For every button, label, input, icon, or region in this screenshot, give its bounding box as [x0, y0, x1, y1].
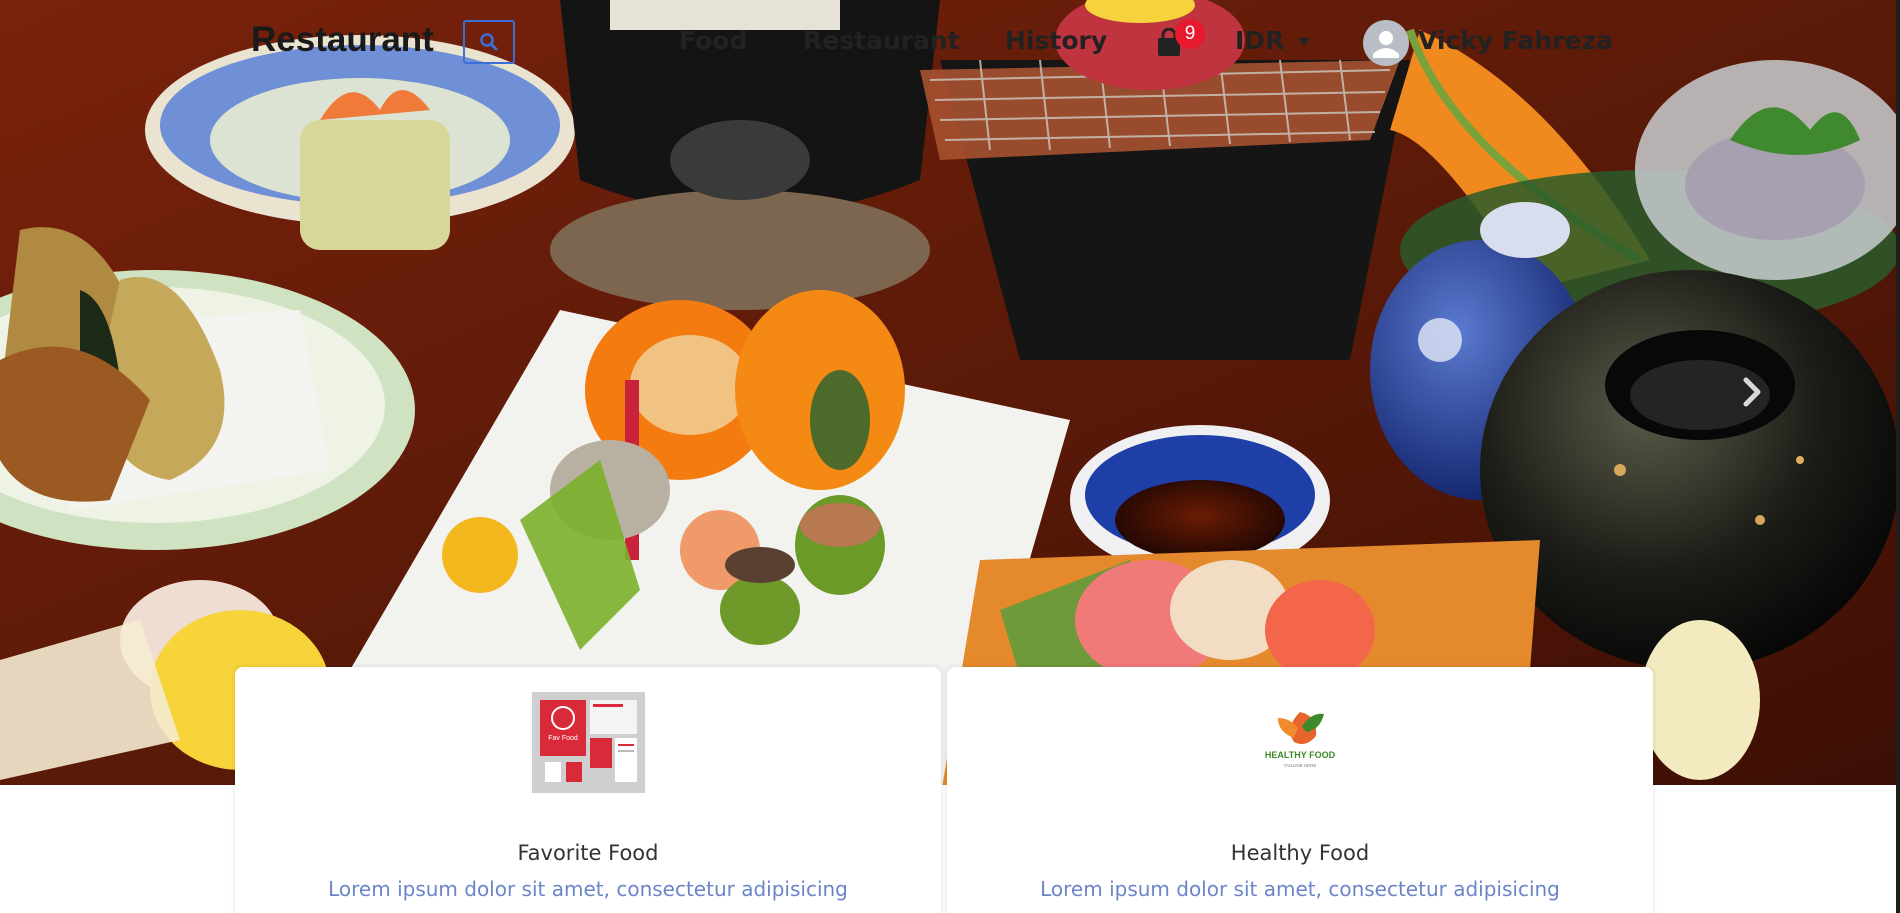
nav-link-history[interactable]: History [1005, 26, 1107, 55]
currency-label: IDR [1235, 26, 1285, 55]
card-description: Lorem ipsum dolor sit amet, consectetur … [328, 877, 848, 901]
user-avatar[interactable] [1363, 20, 1409, 66]
user-name[interactable]: Vicky Fahreza [1418, 26, 1613, 55]
navbar: Restaurant Food Restaurant History 9 IDR… [0, 0, 1900, 84]
brand-logo[interactable]: Restaurant [251, 20, 434, 60]
chevron-right-icon [1743, 377, 1761, 407]
healthy-food-brand-image: HEALTHY FOOD TAGLINE HERE [1265, 712, 1336, 768]
healthy-food-logo-text: HEALTHY FOOD [1265, 750, 1336, 760]
card-description: Lorem ipsum dolor sit amet, consectetur … [1040, 877, 1560, 901]
fav-food-logo-text: Fav Food [548, 735, 578, 742]
category-card-healthy-food[interactable]: HEALTHY FOOD TAGLINE HERE Healthy Food L… [947, 667, 1653, 913]
card-title: Favorite Food [517, 841, 659, 865]
fav-food-brand-image: Fav Food [540, 700, 637, 782]
window-edge [1896, 0, 1900, 913]
card-title: Healthy Food [1230, 841, 1370, 865]
favorite-food-logo: Fav Food [532, 692, 645, 793]
category-card-favorite-food[interactable]: Fav Food Favorite Food Lorem ipsum dolor… [235, 667, 941, 913]
nav-link-food[interactable]: Food [679, 26, 747, 55]
user-icon [1373, 31, 1399, 58]
healthy-food-logo-tagline: TAGLINE HERE [1284, 763, 1317, 768]
currency-selector[interactable]: IDR [1235, 26, 1311, 55]
healthy-food-logo: HEALTHY FOOD TAGLINE HERE [1244, 692, 1357, 793]
search-icon [480, 33, 498, 51]
cart-count-badge: 9 [1175, 19, 1205, 49]
caret-down-icon [1298, 38, 1311, 46]
carousel-next-button[interactable] [1738, 374, 1768, 410]
nav-link-restaurant[interactable]: Restaurant [803, 26, 960, 55]
search-button[interactable] [463, 20, 515, 64]
